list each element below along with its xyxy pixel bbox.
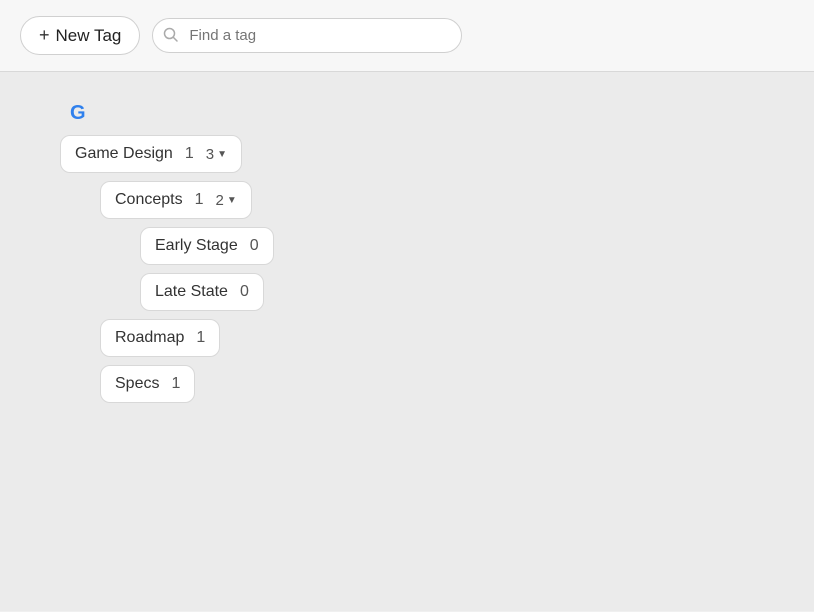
tag-name: Roadmap (115, 329, 184, 347)
tag-item-late-state[interactable]: Late State 0 (140, 273, 264, 311)
tag-item-game-design[interactable]: Game Design13▼ (60, 135, 242, 173)
tag-item-roadmap[interactable]: Roadmap 1 (100, 319, 220, 357)
tag-count: 0 (250, 237, 259, 255)
tag-item-specs[interactable]: Specs 1 (100, 365, 195, 403)
tag-name: Early Stage (155, 237, 238, 255)
search-container (152, 18, 462, 53)
tags-list: Game Design13▼Concepts12▼Early Stage0Lat… (60, 135, 754, 411)
plus-icon: + (39, 25, 50, 46)
tag-row: Late State 0 (140, 273, 264, 319)
tag-item-early-stage[interactable]: Early Stage 0 (140, 227, 274, 265)
tag-dropdown[interactable]: 2▼ (216, 192, 237, 209)
header: + New Tag (0, 0, 814, 72)
tag-count: 1 (185, 145, 194, 163)
tag-item-concepts[interactable]: Concepts12▼ (100, 181, 252, 219)
section-letter: G (70, 102, 754, 125)
tag-dropdown[interactable]: 3▼ (206, 146, 227, 163)
new-tag-button[interactable]: + New Tag (20, 16, 140, 55)
tag-row: Concepts12▼ (100, 181, 252, 227)
tag-name: Concepts (115, 191, 183, 209)
tag-row: Early Stage 0 (140, 227, 274, 273)
children-count: 2 (216, 192, 224, 209)
tag-count: 1 (171, 375, 180, 393)
tag-row: Roadmap 1 (100, 319, 220, 365)
tag-name: Specs (115, 375, 159, 393)
tag-count: 0 (240, 283, 249, 301)
tag-count: 1 (195, 191, 204, 209)
tag-count: 1 (196, 329, 205, 347)
tag-name: Late State (155, 283, 228, 301)
search-input[interactable] (152, 18, 462, 53)
chevron-down-icon: ▼ (217, 149, 227, 160)
tag-name: Game Design (75, 145, 173, 163)
tag-row: Game Design13▼ (60, 135, 242, 181)
new-tag-label: New Tag (56, 26, 122, 46)
tag-row: Specs 1 (100, 365, 195, 411)
chevron-down-icon: ▼ (227, 195, 237, 206)
content-area: G Game Design13▼Concepts12▼Early Stage0L… (0, 72, 814, 611)
children-count: 3 (206, 146, 214, 163)
